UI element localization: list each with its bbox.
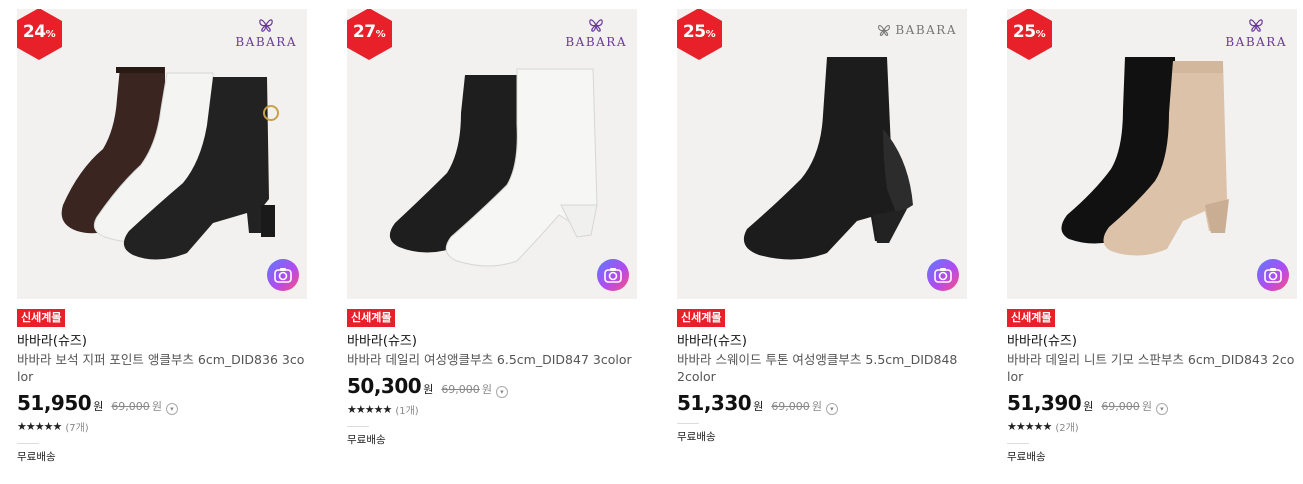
- product-title[interactable]: 바바라 데일리 여성앵클부츠 6.5cm_DID847 3color: [347, 351, 637, 368]
- product-image[interactable]: 25% BABARA: [677, 9, 967, 299]
- original-price: 69,000: [1101, 400, 1140, 413]
- rating-row: ★★★★★ (1개): [347, 402, 637, 417]
- original-price: 69,000: [441, 383, 480, 396]
- discount-badge: 25%: [677, 9, 722, 60]
- mall-tag: 신세계몰: [1007, 309, 1056, 327]
- discount-percent: %: [45, 29, 56, 40]
- sale-price: 50,300: [347, 374, 422, 398]
- butterfly-logo-icon: [259, 19, 273, 32]
- brand-logo: BABARA: [235, 17, 297, 49]
- rating-row: ★★★★★ (7개): [17, 419, 307, 434]
- info-icon[interactable]: ▾: [825, 403, 838, 415]
- brand-logo: BABARA: [877, 23, 957, 37]
- free-shipping: 무료배송: [677, 431, 716, 443]
- original-price: 69,000: [771, 400, 810, 413]
- sale-price: 51,390: [1007, 391, 1082, 415]
- mall-tag: 신세계몰: [17, 309, 66, 327]
- camera-icon[interactable]: [267, 259, 299, 291]
- product-title[interactable]: 바바라 스웨이드 투톤 여성앵클부츠 5.5cm_DID848 2color: [677, 351, 967, 385]
- currency-unit: 원: [93, 400, 104, 413]
- butterfly-logo-icon: [878, 25, 891, 36]
- brand-logo-text: BABARA: [895, 23, 957, 37]
- product-image[interactable]: 24% BABARA: [17, 9, 307, 299]
- brand-logo: BABARA: [1225, 17, 1287, 49]
- product-brand[interactable]: 바바라(슈즈): [677, 333, 967, 350]
- divider: [1007, 443, 1029, 444]
- divider: [347, 426, 369, 427]
- product-brand[interactable]: 바바라(슈즈): [1007, 333, 1297, 350]
- price-row: 51,390 원 69,000 원 ▾: [1007, 391, 1297, 415]
- info-icon[interactable]: ▾: [165, 403, 178, 415]
- original-currency-unit: 원: [151, 400, 162, 413]
- info-icon[interactable]: ▾: [495, 386, 508, 398]
- camera-icon[interactable]: [927, 259, 959, 291]
- currency-unit: 원: [753, 400, 764, 413]
- brand-logo-text: BABARA: [1225, 35, 1287, 49]
- discount-badge: 24%: [17, 9, 62, 60]
- price-row: 51,330 원 69,000 원 ▾: [677, 391, 967, 415]
- review-count: (7개): [65, 422, 89, 434]
- discount-percent: %: [1035, 29, 1046, 40]
- discount-badge: 27%: [347, 9, 392, 60]
- original-currency-unit: 원: [481, 383, 492, 396]
- divider: [677, 423, 699, 424]
- star-rating: ★★★★★: [347, 402, 392, 416]
- currency-unit: 원: [423, 383, 434, 396]
- product-card[interactable]: 25% BABARA 신세계몰 바바라(슈즈) 바바라 스웨이드 투톤 여성앵클…: [677, 9, 967, 444]
- rating-row: ★★★★★ (2개): [1007, 419, 1297, 434]
- mall-tag: 신세계몰: [347, 309, 396, 327]
- product-brand[interactable]: 바바라(슈즈): [347, 333, 637, 350]
- product-grid: 24% BABARA 신세계몰 바바라(슈즈) 바바라 보석 지퍼 포인트 앵클…: [0, 0, 1303, 484]
- product-image[interactable]: 27% BABARA: [347, 9, 637, 299]
- original-price: 69,000: [111, 400, 150, 413]
- mall-tag: 신세계몰: [677, 309, 726, 327]
- discount-percent: %: [375, 29, 386, 40]
- price-row: 50,300 원 69,000 원 ▾: [347, 374, 637, 398]
- product-card[interactable]: 25% BABARA 신세계몰 바바라(슈즈) 바바라 데일리 니트 기모 스판…: [1007, 9, 1297, 464]
- star-rating: ★★★★★: [17, 419, 62, 433]
- sale-price: 51,950: [17, 391, 92, 415]
- butterfly-logo-icon: [1249, 19, 1263, 32]
- free-shipping: 무료배송: [17, 451, 56, 463]
- product-card[interactable]: 27% BABARA 신세계몰 바바라(슈즈) 바바라 데일리 여성앵클부츠 6…: [347, 9, 637, 447]
- product-brand[interactable]: 바바라(슈즈): [17, 333, 307, 350]
- product-title[interactable]: 바바라 데일리 니트 기모 스판부츠 6cm_DID843 2color: [1007, 351, 1297, 385]
- camera-icon[interactable]: [597, 259, 629, 291]
- original-currency-unit: 원: [811, 400, 822, 413]
- sale-price: 51,330: [677, 391, 752, 415]
- discount-value: 27: [352, 22, 376, 42]
- currency-unit: 원: [1083, 400, 1094, 413]
- brand-logo-text: BABARA: [235, 35, 297, 49]
- discount-badge: 25%: [1007, 9, 1052, 60]
- original-currency-unit: 원: [1141, 400, 1152, 413]
- camera-icon[interactable]: [1257, 259, 1289, 291]
- discount-value: 24: [22, 22, 46, 42]
- divider: [17, 443, 39, 444]
- free-shipping: 무료배송: [347, 434, 386, 446]
- brand-logo-text: BABARA: [565, 35, 627, 49]
- product-image[interactable]: 25% BABARA: [1007, 9, 1297, 299]
- brand-logo: BABARA: [565, 17, 627, 49]
- free-shipping: 무료배송: [1007, 451, 1046, 463]
- butterfly-logo-icon: [589, 19, 603, 32]
- discount-value: 25: [1012, 22, 1036, 42]
- review-count: (1개): [395, 405, 419, 417]
- info-icon[interactable]: ▾: [1155, 403, 1168, 415]
- product-title[interactable]: 바바라 보석 지퍼 포인트 앵클부츠 6cm_DID836 3color: [17, 351, 307, 385]
- discount-value: 25: [682, 22, 706, 42]
- price-row: 51,950 원 69,000 원 ▾: [17, 391, 307, 415]
- product-card[interactable]: 24% BABARA 신세계몰 바바라(슈즈) 바바라 보석 지퍼 포인트 앵클…: [17, 9, 307, 464]
- discount-percent: %: [705, 29, 716, 40]
- review-count: (2개): [1055, 422, 1079, 434]
- star-rating: ★★★★★: [1007, 419, 1052, 433]
